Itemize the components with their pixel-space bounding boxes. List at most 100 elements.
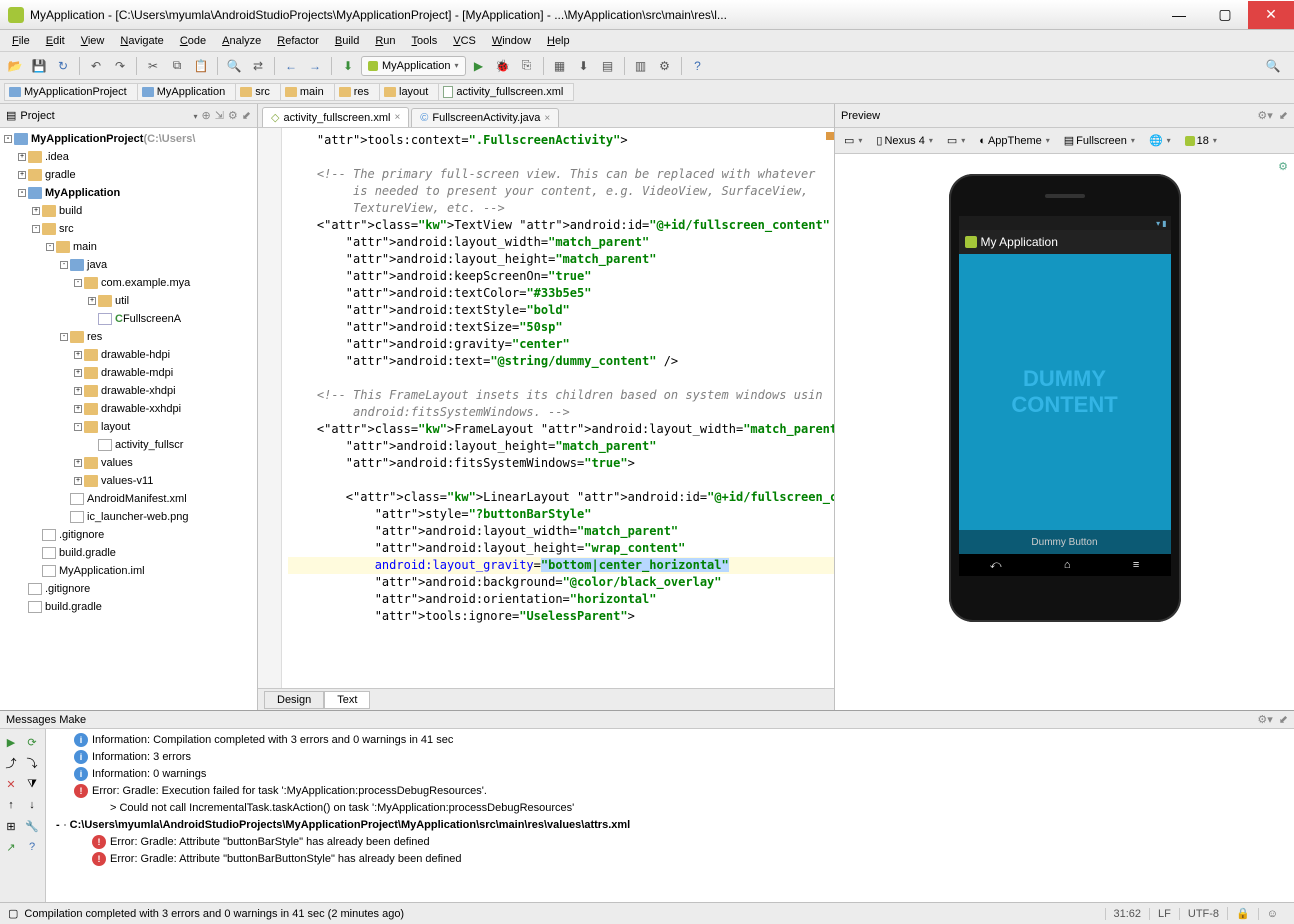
tree-item[interactable]: +values: [0, 454, 257, 472]
tree-item[interactable]: +drawable-mdpi: [0, 364, 257, 382]
menu-analyze[interactable]: Analyze: [214, 33, 269, 49]
message-row[interactable]: > Could not call IncrementalTask.taskAct…: [50, 799, 1290, 816]
gear-icon[interactable]: ⚙: [228, 109, 238, 122]
message-row[interactable]: iInformation: 0 warnings: [50, 765, 1290, 782]
tree-item[interactable]: -java: [0, 256, 257, 274]
hide-icon[interactable]: ⬋: [1279, 109, 1288, 122]
tree-item[interactable]: +drawable-hdpi: [0, 346, 257, 364]
crumb-MyApplicationProject[interactable]: MyApplicationProject: [4, 83, 138, 101]
menu-refactor[interactable]: Refactor: [269, 33, 327, 49]
stop-icon[interactable]: ✕: [2, 775, 20, 793]
settings-icon[interactable]: ⚙: [654, 55, 676, 77]
back-icon[interactable]: ←: [280, 55, 302, 77]
down-arrow-icon[interactable]: ↓: [23, 796, 41, 814]
menu-tools[interactable]: Tools: [404, 33, 446, 49]
tree-item[interactable]: -res: [0, 328, 257, 346]
theme-selector[interactable]: ◐AppTheme: [974, 133, 1054, 149]
rerun2-icon[interactable]: ⟳: [23, 733, 41, 751]
open-icon[interactable]: 📂: [4, 55, 26, 77]
close-tab-icon[interactable]: ×: [544, 113, 550, 124]
minimize-button[interactable]: —: [1156, 1, 1202, 29]
editor-tab[interactable]: ◇activity_fullscreen.xml×: [262, 107, 409, 127]
undo-icon[interactable]: ↶: [85, 55, 107, 77]
message-row[interactable]: !Error: Gradle: Attribute "buttonBarButt…: [50, 850, 1290, 867]
avd-icon[interactable]: ▦: [549, 55, 571, 77]
menu-build[interactable]: Build: [327, 33, 367, 49]
crumb-src[interactable]: src: [235, 83, 281, 101]
encoding[interactable]: UTF-8: [1179, 908, 1227, 920]
api-selector[interactable]: 18: [1180, 133, 1222, 149]
redo-icon[interactable]: ↷: [109, 55, 131, 77]
close-tab-icon[interactable]: ×: [394, 112, 400, 123]
project-view-selector[interactable]: [191, 110, 197, 122]
cut-icon[interactable]: ✂: [142, 55, 164, 77]
tree-item[interactable]: AndroidManifest.xml: [0, 490, 257, 508]
gear-icon[interactable]: ⚙▾: [1257, 109, 1272, 122]
message-row[interactable]: !Error: Gradle: Execution failed for tas…: [50, 782, 1290, 799]
tree-item[interactable]: build.gradle: [0, 598, 257, 616]
tree-item[interactable]: +.idea: [0, 148, 257, 166]
up-arrow-icon[interactable]: ↑: [2, 796, 20, 814]
save-icon[interactable]: 💾: [28, 55, 50, 77]
copy-icon[interactable]: ⧉: [166, 55, 188, 77]
message-row[interactable]: -C:\Users\myumla\AndroidStudioProjects\M…: [50, 816, 1290, 833]
make-icon[interactable]: ⬇: [337, 55, 359, 77]
find-icon[interactable]: 🔍: [223, 55, 245, 77]
crumb-layout[interactable]: layout: [379, 83, 439, 101]
menu-navigate[interactable]: Navigate: [112, 33, 171, 49]
ddms-icon[interactable]: ▤: [597, 55, 619, 77]
sync-icon[interactable]: ↻: [52, 55, 74, 77]
menu-run[interactable]: Run: [367, 33, 403, 49]
debug-icon[interactable]: 🐞: [492, 55, 514, 77]
tree-item[interactable]: MyApplication.iml: [0, 562, 257, 580]
crumb-res[interactable]: res: [334, 83, 380, 101]
message-row[interactable]: iInformation: Compilation completed with…: [50, 731, 1290, 748]
message-row[interactable]: iInformation: 3 errors: [50, 748, 1290, 765]
rerun-icon[interactable]: ▶: [2, 733, 20, 751]
wrench-icon[interactable]: 🔧: [23, 817, 41, 835]
sdk-icon[interactable]: ⬇: [573, 55, 595, 77]
refresh-icon[interactable]: ⚙: [1278, 160, 1288, 173]
tree-item[interactable]: +values-v11: [0, 472, 257, 490]
crumb-activity_fullscreen.xml[interactable]: activity_fullscreen.xml: [438, 83, 574, 101]
editor-tab[interactable]: ©FullscreenActivity.java×: [411, 108, 559, 127]
scroll-to-source-icon[interactable]: ⊕: [201, 109, 210, 122]
project-tree[interactable]: -MyApplicationProject (C:\Users\+.idea+g…: [0, 128, 257, 710]
help-icon[interactable]: ?: [687, 55, 709, 77]
tree-item[interactable]: +build: [0, 202, 257, 220]
hide-icon[interactable]: ⬋: [1279, 713, 1288, 726]
tab-text[interactable]: Text: [324, 691, 370, 709]
close-button[interactable]: ✕: [1248, 1, 1294, 29]
help2-icon[interactable]: ?: [23, 838, 41, 856]
activity-selector[interactable]: ▤Fullscreen: [1059, 132, 1140, 149]
lock-icon[interactable]: 🔒: [1227, 907, 1258, 920]
crumb-MyApplication[interactable]: MyApplication: [137, 83, 236, 101]
tree-item[interactable]: +drawable-xxhdpi: [0, 400, 257, 418]
tree-item[interactable]: C FullscreenA: [0, 310, 257, 328]
down-icon[interactable]: ⤵: [23, 754, 41, 772]
orientation-selector[interactable]: ▭: [839, 132, 867, 149]
hector-icon[interactable]: ☺: [1258, 908, 1286, 920]
tree-item[interactable]: activity_fullscr: [0, 436, 257, 454]
messages-tree[interactable]: iInformation: Compilation completed with…: [46, 729, 1294, 902]
search-everywhere-icon[interactable]: 🔍: [1262, 55, 1284, 77]
tab-design[interactable]: Design: [264, 691, 324, 709]
tree-item[interactable]: ic_launcher-web.png: [0, 508, 257, 526]
filter-icon[interactable]: ⧩: [23, 775, 41, 793]
tree-item[interactable]: -main: [0, 238, 257, 256]
menu-view[interactable]: View: [73, 33, 113, 49]
tree-item[interactable]: .gitignore: [0, 580, 257, 598]
menu-edit[interactable]: Edit: [38, 33, 73, 49]
tree-item[interactable]: -layout: [0, 418, 257, 436]
tree-item[interactable]: +drawable-xhdpi: [0, 382, 257, 400]
menu-file[interactable]: File: [4, 33, 38, 49]
tree-item[interactable]: -MyApplication: [0, 184, 257, 202]
paste-icon[interactable]: 📋: [190, 55, 212, 77]
gear-icon[interactable]: ⚙▾: [1257, 713, 1272, 726]
collapse-icon[interactable]: ⇲: [215, 109, 224, 122]
config-selector[interactable]: ▭: [942, 132, 970, 149]
line-sep[interactable]: LF: [1149, 908, 1179, 920]
run-config-selector[interactable]: MyApplication ▾: [361, 56, 466, 76]
status-icon[interactable]: ▢: [8, 907, 18, 920]
export-icon[interactable]: ↗: [2, 838, 20, 856]
